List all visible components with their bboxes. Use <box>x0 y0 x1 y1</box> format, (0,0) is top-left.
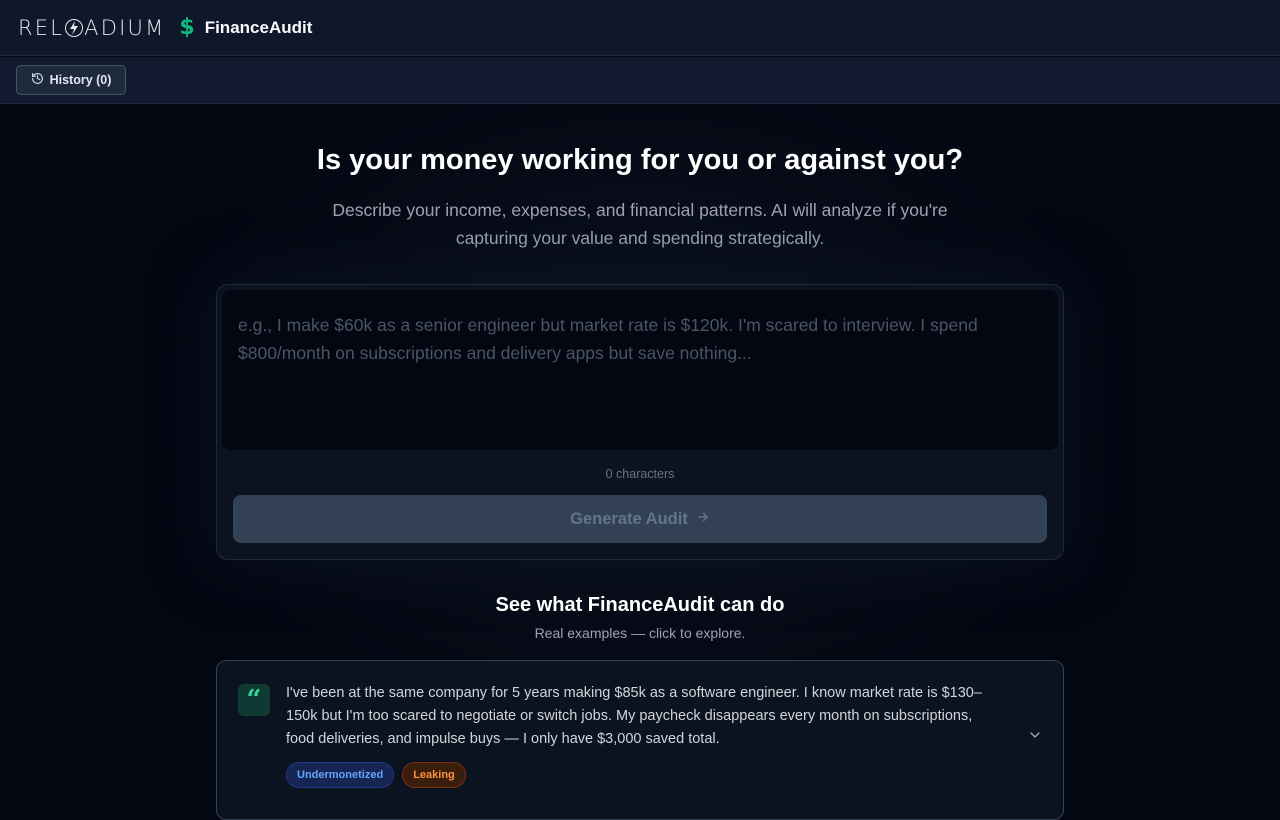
examples-title: See what FinanceAudit can do <box>495 594 785 616</box>
toolbar: History (0) <box>0 57 1280 104</box>
example-text: I've been at the same company for 5 year… <box>286 685 982 747</box>
history-label: History (0) <box>49 73 112 87</box>
example-card[interactable]: “ I've been at the same company for 5 ye… <box>216 660 1064 820</box>
quote-icon: “ <box>238 684 270 716</box>
history-button[interactable]: History (0) <box>16 65 126 95</box>
bolt-icon <box>65 18 84 37</box>
example-tags: Undermonetized Leaking <box>286 762 466 788</box>
tag-undermonetized: Undermonetized <box>286 762 395 788</box>
description-textarea[interactable]: e.g., I make $60k as a senior engineer b… <box>222 290 1058 450</box>
tag-leaking: Leaking <box>402 762 466 788</box>
dollar-icon: $ <box>179 15 195 40</box>
arrow-right-icon <box>696 510 710 529</box>
audit-input-card: e.g., I make $60k as a senior engineer b… <box>216 284 1064 560</box>
generate-audit-label: Generate Audit <box>570 509 688 528</box>
history-icon <box>31 72 44 88</box>
reloadium-logo[interactable]: REL ADIUM <box>18 16 165 40</box>
generate-audit-button[interactable]: Generate Audit <box>233 495 1047 543</box>
app-name: FinanceAudit <box>204 17 313 37</box>
top-navbar: REL ADIUM $ FinanceAudit <box>0 0 1280 56</box>
page-title: Is your money working for you or against… <box>316 144 964 176</box>
examples-subtitle: Real examples — click to explore. <box>534 625 746 641</box>
character-count: 0 characters <box>605 467 675 481</box>
chevron-down-icon[interactable] <box>1027 727 1043 743</box>
page-subtitle: Describe your income, expenses, and fina… <box>332 200 948 248</box>
